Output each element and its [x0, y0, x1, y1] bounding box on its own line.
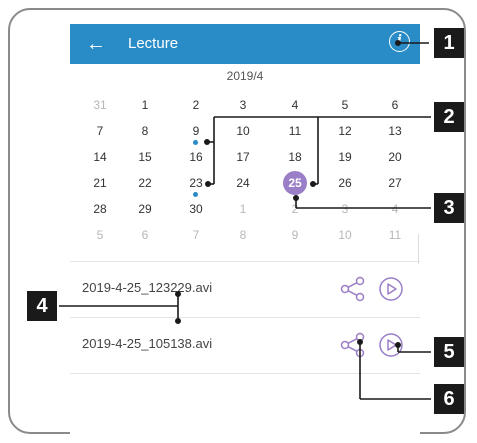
callout-leader-lines: [59, 39, 431, 400]
callout-badge-6: 6: [434, 384, 464, 414]
callout-badge-3: 3: [434, 193, 464, 223]
callout-badge-2: 2: [434, 102, 464, 132]
callout-badge-1: 1: [434, 28, 464, 58]
callout-badge-4: 4: [27, 291, 57, 321]
callout-badge-5: 5: [434, 337, 464, 367]
